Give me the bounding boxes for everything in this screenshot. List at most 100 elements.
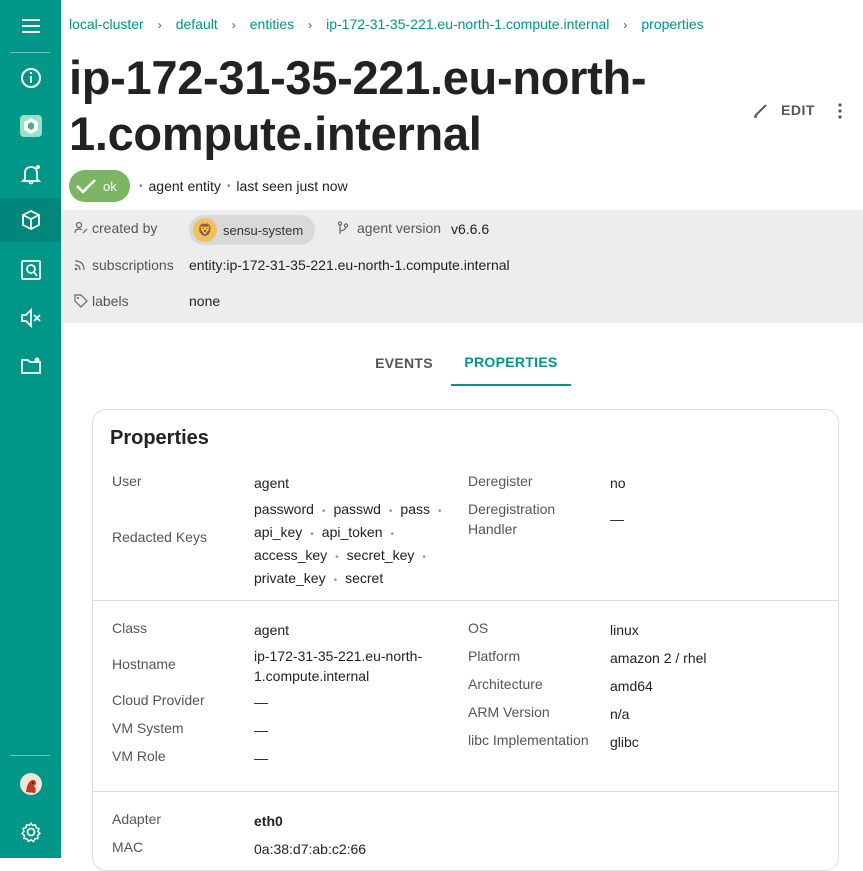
agent-version-value: v6.6.6: [451, 221, 490, 237]
tag-icon: [74, 294, 88, 308]
arm-version-label: ARM Version: [468, 704, 550, 720]
sidebar: [0, 0, 61, 858]
cloud-provider-value: —: [254, 694, 268, 710]
page-title: ip-172-31-35-221.eu-north-1.compute.inte…: [69, 51, 647, 160]
separator-dot: •: [139, 180, 143, 192]
agent-version-label: agent version: [337, 220, 441, 236]
sidebar-divider: [10, 52, 50, 53]
tab-events[interactable]: EVENTS: [357, 340, 451, 386]
architecture-label: Architecture: [468, 676, 543, 692]
mute-icon: [20, 307, 41, 329]
labels-label-text: labels: [92, 293, 129, 309]
class-label: Class: [112, 620, 148, 636]
architecture-value: amd64: [610, 678, 653, 694]
pencil-icon: [754, 104, 767, 118]
more-options-button[interactable]: [833, 100, 847, 122]
deregister-value: no: [610, 475, 626, 491]
redacted-key: api_key: [254, 524, 303, 540]
sidebar-item-namespace[interactable]: [0, 104, 61, 148]
user-value: agent: [254, 475, 290, 491]
folder-icon: [20, 357, 41, 374]
edit-button-label: EDIT: [781, 102, 815, 118]
vm-role-value: —: [254, 750, 268, 766]
gear-icon: [20, 822, 41, 843]
branch-icon: [337, 221, 349, 234]
sidebar-item-checks[interactable]: [0, 248, 61, 292]
platform-label: Platform: [468, 648, 521, 664]
breadcrumb-separator: ›: [623, 18, 628, 32]
status-badge: ok: [69, 170, 130, 202]
search-doc-icon: [20, 260, 41, 280]
sensu-logo-icon: [19, 115, 42, 137]
user-label: User: [112, 473, 142, 489]
os-label: OS: [468, 620, 489, 636]
deregistration-handler-value: —: [610, 511, 624, 527]
deregistration-handler-label-line2: Handler: [468, 521, 518, 537]
sidebar-item-profile[interactable]: [0, 762, 61, 806]
created-by-value: sensu-system: [223, 222, 304, 238]
created-by-label: created by: [74, 220, 157, 236]
sidebar-item-configuration[interactable]: [0, 344, 61, 388]
redacted-key: secret_key: [346, 547, 415, 563]
main-content: local-cluster › default › entities › ip-172-31…: [61, 0, 863, 871]
labels-value: none: [189, 293, 221, 309]
sidebar-item-silences[interactable]: [0, 296, 61, 340]
hostname-value-line2: 1.compute.internal: [254, 668, 370, 684]
vm-system-label: VM System: [112, 720, 184, 736]
created-by-label-text: created by: [92, 220, 158, 236]
breadcrumb-separator: ›: [231, 18, 236, 32]
deregistration-handler-label-line1: Deregistration: [468, 501, 556, 517]
subscriptions-label: subscriptions: [74, 257, 174, 273]
arm-version-value: n/a: [610, 706, 630, 722]
sidebar-item-dashboard[interactable]: [0, 56, 61, 100]
entity-info-panel: created by 🦁 sensu-system agent version …: [61, 210, 863, 323]
check-icon: [76, 179, 96, 194]
labels-label: labels: [74, 293, 129, 309]
status-row: ok • agent entity • last seen just now: [69, 170, 348, 202]
breadcrumb-namespace[interactable]: default: [176, 16, 218, 32]
user-chip[interactable]: 🦁 sensu-system: [189, 215, 315, 245]
hostname-value: ip-172-31-35-221.eu-north- 1.compute.int…: [254, 646, 422, 686]
libc-label: libc Implementation: [468, 732, 589, 748]
redacted-keys-list: password • passwd • pass • api_key • api_token •…: [254, 501, 442, 586]
breadcrumb-properties[interactable]: properties: [641, 16, 703, 32]
hostname-label: Hostname: [112, 656, 176, 672]
os-value: linux: [610, 622, 639, 638]
section-divider: [93, 791, 838, 792]
sidebar-item-events[interactable]: [0, 152, 61, 196]
user-avatar-icon: [19, 773, 42, 795]
sidebar-item-entities[interactable]: [0, 198, 61, 242]
class-value: agent: [254, 622, 290, 638]
vm-role-label: VM Role: [112, 748, 166, 764]
redacted-key: pass: [400, 501, 430, 517]
info-icon: [20, 68, 41, 88]
breadcrumb-entities[interactable]: entities: [250, 16, 294, 32]
breadcrumb: local-cluster › default › entities › ip-172-31…: [69, 16, 704, 32]
redacted-key: secret: [345, 570, 384, 586]
redacted-key: passwd: [333, 501, 381, 517]
deregistration-handler-label: Deregistration Handler: [468, 499, 555, 539]
libc-value: glibc: [610, 734, 639, 750]
last-seen: last seen just now: [236, 178, 348, 194]
deregister-label: Deregister: [468, 473, 533, 489]
mac-value: 0a:38:d7:ab:c2:66: [254, 841, 367, 857]
entity-type: agent entity: [148, 178, 221, 194]
breadcrumb-separator: ›: [308, 18, 313, 32]
menu-toggle-button[interactable]: [0, 4, 61, 48]
adapter-label: Adapter: [112, 811, 162, 827]
separator-dot: •: [226, 180, 231, 192]
sidebar-item-settings[interactable]: [0, 810, 61, 854]
redacted-key: api_token: [321, 524, 383, 540]
edit-button[interactable]: EDIT: [753, 98, 815, 122]
adapter-value: eth0: [254, 813, 283, 829]
tab-properties[interactable]: PROPERTIES: [451, 340, 571, 386]
redacted-key: access_key: [254, 547, 328, 563]
breadcrumb-cluster[interactable]: local-cluster: [69, 16, 144, 32]
vm-system-value: —: [254, 722, 268, 738]
hostname-value-line1: ip-172-31-35-221.eu-north-: [254, 648, 423, 664]
bell-icon: [20, 165, 41, 185]
lion-avatar-icon: 🦁: [193, 218, 217, 242]
redacted-key: private_key: [254, 570, 326, 586]
cloud-provider-label: Cloud Provider: [112, 692, 205, 708]
breadcrumb-entity[interactable]: ip-172-31-35-221.eu-north-1.compute.inte…: [326, 16, 609, 32]
